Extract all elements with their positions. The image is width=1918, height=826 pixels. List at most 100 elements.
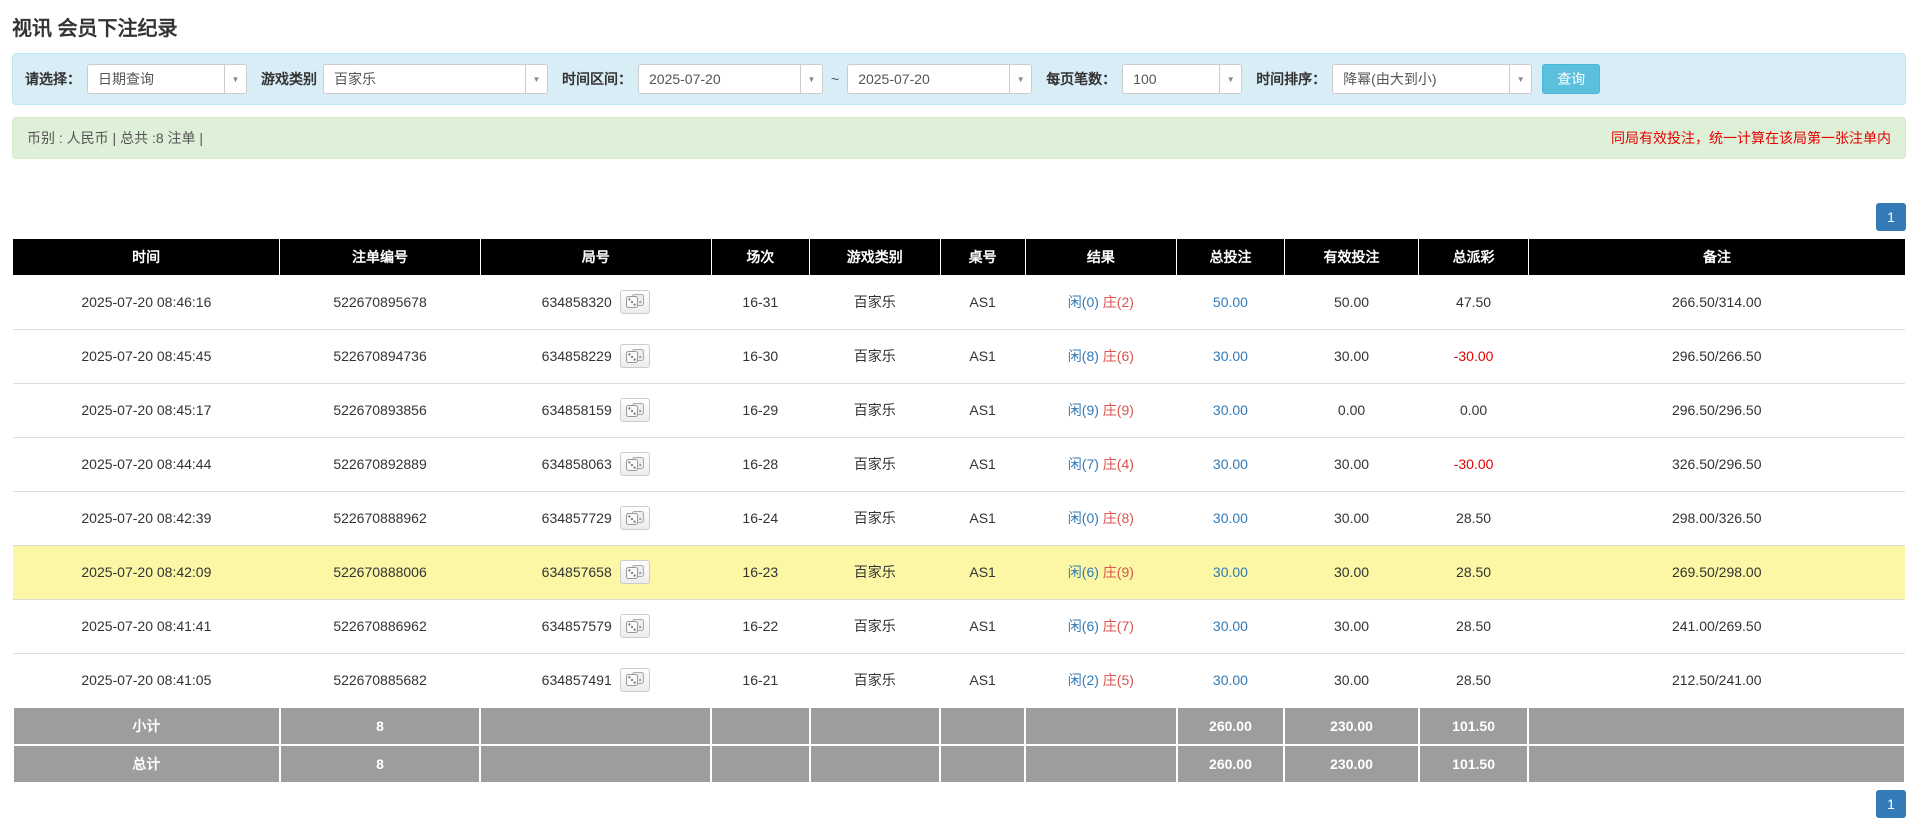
total-bet-link[interactable]: 30.00 — [1213, 510, 1248, 526]
table-header: 时间 注单编号 局号 场次 游戏类别 桌号 结果 总投注 有效投注 总派彩 备注 — [13, 239, 1905, 275]
table-row: 2025-07-20 08:41:05 522670885682 634857491… — [13, 653, 1905, 708]
cell-result: 闲(0) 庄(8) — [1025, 491, 1177, 546]
cell-total-bet: 30.00 — [1176, 437, 1285, 492]
cell-time: 2025-07-20 08:42:09 — [13, 545, 280, 600]
page: 视讯 会员下注纪录 请选择： 日期查询 ▼ 游戏类别 百家乐 ▼ 时间区间： 2… — [0, 0, 1918, 826]
round-id-text: 634857579 — [541, 618, 612, 634]
round-detail-button[interactable] — [619, 506, 650, 530]
round-detail-button[interactable] — [619, 667, 650, 692]
cell-session: 16-31 — [711, 275, 810, 330]
footer-payout: 101.50 — [1417, 744, 1530, 784]
cell-time: 2025-07-20 08:45:17 — [13, 383, 280, 438]
round-detail-button[interactable] — [619, 452, 650, 476]
cell-valid-bet: 0.00 — [1284, 383, 1419, 438]
page-title: 视讯 会员下注纪录 — [12, 18, 178, 40]
page-button-1[interactable]: 1 — [1876, 203, 1906, 231]
cell-total-bet: 30.00 — [1176, 653, 1285, 708]
total-bet-link[interactable]: 30.00 — [1213, 348, 1248, 364]
cell-round-id: 634857729 — [480, 491, 712, 546]
column-header: 结果 — [1024, 239, 1177, 275]
cell-remark: 296.50/266.50 — [1528, 329, 1905, 384]
round-id-text: 634857729 — [541, 510, 612, 526]
total-bet-link[interactable]: 30.00 — [1213, 672, 1248, 688]
cell-remark: 326.50/296.50 — [1528, 437, 1905, 492]
date-from-select[interactable]: 2025-07-20 ▼ — [638, 64, 823, 94]
date-to-select[interactable]: 2025-07-20 ▼ — [847, 64, 1033, 94]
cell-result: 闲(6) 庄(7) — [1025, 599, 1177, 654]
footer-total-bet: 260.00 — [1175, 744, 1286, 784]
cell-payout: -30.00 — [1418, 329, 1529, 384]
cell-bet-id: 522670885682 — [279, 653, 481, 708]
search-button[interactable]: 查询 — [1542, 64, 1601, 94]
query-type-label: 请选择： — [25, 71, 81, 87]
cell-game-type: 百家乐 — [809, 383, 941, 438]
cell-result: 闲(9) 庄(9) — [1025, 383, 1177, 438]
table-footer: 小计 8 260.00 230.00 101.50 总计 8 260.00 230.00 101.… — [12, 706, 1906, 784]
query-type-select[interactable]: 日期查询 ▼ — [87, 64, 247, 94]
footer-label: 总计 — [12, 744, 281, 784]
cell-payout: 28.50 — [1418, 599, 1529, 654]
round-detail-button[interactable] — [619, 560, 650, 584]
footer-empty — [808, 706, 942, 746]
round-detail-button[interactable] — [619, 344, 650, 368]
subtotal-row: 小计 8 260.00 230.00 101.50 — [12, 706, 1906, 746]
footer-empty — [1024, 744, 1178, 784]
footer-empty — [939, 706, 1027, 746]
dice-icon — [625, 510, 644, 526]
result-banker: 庄(5) — [1102, 671, 1134, 688]
cell-game-type: 百家乐 — [809, 653, 941, 708]
cell-bet-id: 522670893856 — [279, 383, 481, 438]
round-detail-button[interactable] — [619, 398, 650, 422]
cell-result: 闲(0) 庄(2) — [1025, 275, 1177, 330]
cell-remark: 212.50/241.00 — [1528, 653, 1905, 708]
page-size-value: 100 — [1133, 71, 1157, 87]
dice-icon — [625, 564, 644, 580]
dice-icon — [625, 672, 644, 687]
cell-session: 16-22 — [711, 599, 810, 654]
cell-result: 闲(7) 庄(4) — [1025, 437, 1177, 492]
chevron-down-icon: ▼ — [1219, 65, 1242, 93]
time-sort-select[interactable]: 降幂(由大到小) ▼ — [1332, 64, 1533, 94]
filter-bar: 请选择： 日期查询 ▼ 游戏类别 百家乐 ▼ 时间区间： 2025-07-20 … — [12, 53, 1906, 105]
cell-valid-bet: 30.00 — [1284, 599, 1419, 654]
time-range-label: 时间区间： — [562, 71, 632, 87]
total-bet-link[interactable]: 30.00 — [1213, 456, 1248, 472]
round-id-text: 634858063 — [541, 456, 612, 472]
result-player: 闲(2) — [1067, 671, 1099, 688]
column-header: 注单编号 — [279, 239, 481, 275]
cell-table-no: AS1 — [940, 329, 1026, 384]
footer-payout: 101.50 — [1417, 706, 1530, 746]
page-button-1-bottom[interactable]: 1 — [1876, 790, 1906, 818]
total-bet-link[interactable]: 30.00 — [1213, 564, 1248, 580]
cell-valid-bet: 30.00 — [1284, 329, 1419, 384]
table-row: 2025-07-20 08:45:17 522670893856 634858159… — [13, 383, 1905, 438]
total-bet-link[interactable]: 30.00 — [1213, 402, 1248, 418]
page-size-select[interactable]: 100 ▼ — [1122, 64, 1243, 94]
pagination-top: 1 — [12, 203, 1906, 231]
cell-valid-bet: 50.00 — [1284, 275, 1419, 330]
column-header: 场次 — [710, 239, 810, 275]
cell-session: 16-29 — [711, 383, 810, 438]
round-detail-button[interactable] — [619, 614, 650, 638]
total-bet-link[interactable]: 30.00 — [1213, 618, 1248, 634]
cell-total-bet: 30.00 — [1176, 383, 1285, 438]
cell-bet-id: 522670888962 — [279, 491, 481, 546]
footer-count: 8 — [278, 744, 482, 784]
cell-table-no: AS1 — [940, 275, 1026, 330]
round-detail-button[interactable] — [619, 289, 650, 314]
cell-session: 16-21 — [711, 653, 810, 708]
game-type-label: 游戏类别 — [261, 71, 317, 87]
table-row: 2025-07-20 08:46:16 522670895678 634858320… — [13, 275, 1905, 330]
cell-round-id: 634858159 — [480, 383, 712, 438]
table-row: 2025-07-20 08:42:39 522670888962 634857729… — [13, 491, 1905, 546]
footer-empty — [1527, 744, 1906, 784]
cell-valid-bet: 30.00 — [1284, 491, 1419, 546]
game-type-select[interactable]: 百家乐 ▼ — [323, 64, 548, 94]
cell-remark: 298.00/326.50 — [1528, 491, 1905, 546]
total-bet-link[interactable]: 50.00 — [1213, 294, 1248, 310]
cell-payout: -30.00 — [1418, 437, 1529, 492]
cell-table-no: AS1 — [940, 437, 1026, 492]
game-type-value: 百家乐 — [334, 71, 376, 87]
cell-payout: 47.50 — [1418, 275, 1529, 330]
round-id-text: 634857658 — [541, 564, 612, 580]
